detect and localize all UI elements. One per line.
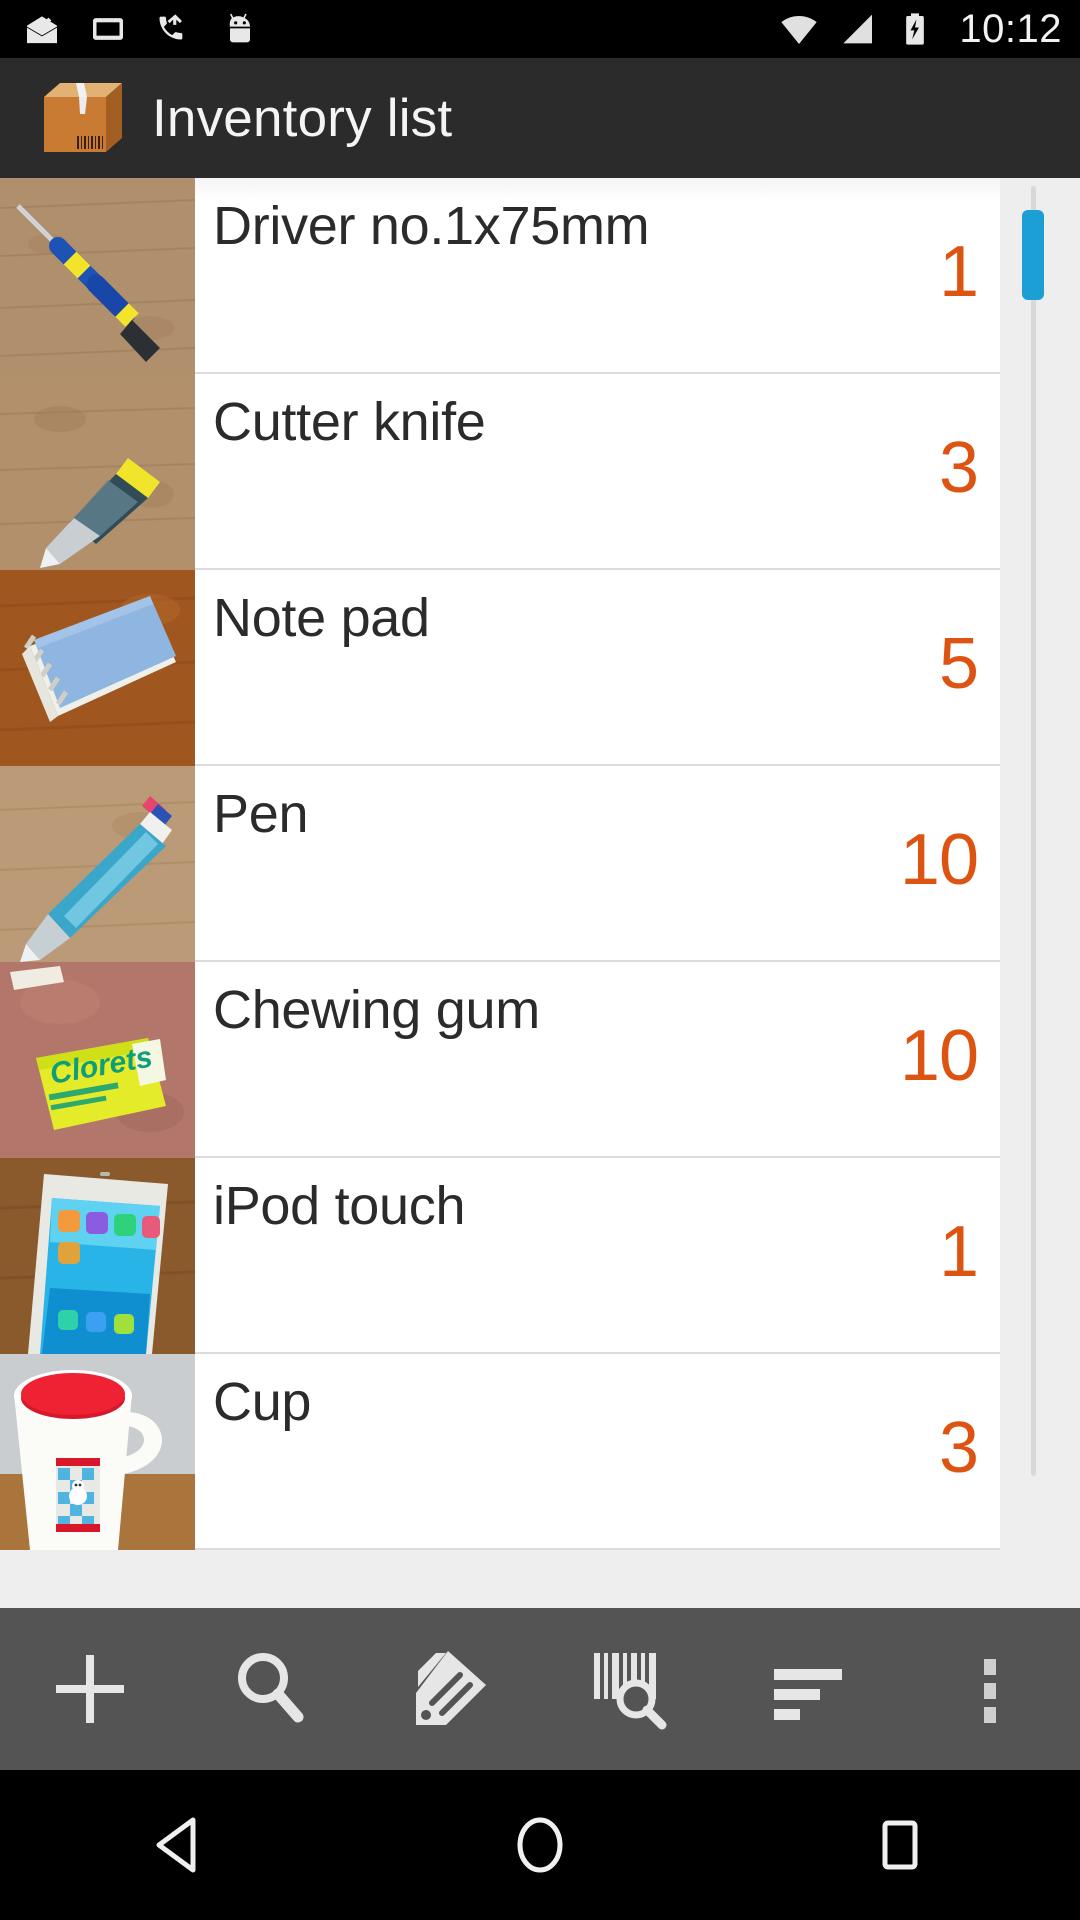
item-body: Pen 10 [195,766,1000,960]
cell-signal-icon [843,14,873,44]
item-thumbnail [0,766,195,962]
plus-icon [56,1655,124,1723]
barcode-search-icon [594,1653,667,1730]
scrollbar-thumb[interactable] [1022,210,1044,300]
android-head-icon [229,13,250,43]
inbox-check-icon [27,16,57,44]
ipod-touch-photo [0,1158,195,1354]
nav-back-button[interactable] [0,1806,360,1884]
item-name: Cup [213,1372,312,1432]
list-item[interactable]: Clorets Chewing gum 10 [0,962,1000,1158]
app-title: Inventory list [152,88,453,148]
item-quantity: 10 [899,820,979,900]
status-bar: 10:12 [0,0,1080,58]
list-item[interactable]: iPod touch 1 [0,1158,1000,1354]
item-name: iPod touch [213,1176,466,1236]
more-vertical-icon [984,1659,996,1723]
list-item[interactable]: Cup 3 [0,1354,1000,1550]
list-item[interactable]: Note pad 5 [0,570,1000,766]
bottom-toolbar [0,1608,1080,1770]
overflow-menu-button[interactable] [900,1608,1080,1770]
square-recents-icon [882,1820,918,1870]
scrollbar-track[interactable] [1031,186,1036,1476]
item-name: Pen [213,784,309,844]
item-thumbnail [0,1158,195,1354]
pen-photo [0,766,195,962]
screenshot-icon [93,18,123,40]
add-item-button[interactable] [0,1608,180,1770]
tag-pencil-icon [416,1651,486,1725]
item-body: iPod touch 1 [195,1158,1000,1352]
status-notification-icons [22,9,260,49]
cutter-knife-photo [0,374,195,570]
circle-home-icon [517,1817,563,1873]
item-quantity: 1 [938,1212,979,1292]
item-thumbnail [0,1354,195,1550]
item-body: Cup 3 [195,1354,1000,1548]
item-quantity: 5 [938,624,979,704]
battery-charging-icon [906,13,925,45]
wifi-icon [781,15,818,45]
phone-screen: 10:12 Inventory list Driver no.1x75mm 1 … [0,0,1080,1920]
item-thumbnail [0,570,195,766]
item-name: Note pad [213,588,430,648]
item-quantity: 3 [938,1408,979,1488]
magnifier-icon [238,1653,304,1723]
android-nav-bar [0,1770,1080,1920]
inventory-list[interactable]: Driver no.1x75mm 1 Cutter knife 3 Note p… [0,178,1080,1608]
item-body: Driver no.1x75mm 1 [195,178,1000,372]
search-button[interactable] [180,1608,360,1770]
app-bar: Inventory list [0,58,1080,178]
status-clock: 10:12 [959,7,1062,51]
barcode-scan-button[interactable] [540,1608,720,1770]
nav-recent-button[interactable] [720,1806,1080,1884]
list-item[interactable]: Cutter knife 3 [0,374,1000,570]
missed-call-icon [159,14,183,40]
screwdriver-photo [0,178,195,374]
cardboard-box-icon [44,83,122,152]
list-item[interactable]: Pen 10 [0,766,1000,962]
sort-button[interactable] [720,1608,900,1770]
chewing-gum-photo: Clorets [0,962,195,1158]
status-system-icons: 10:12 [779,9,1062,49]
edit-tag-button[interactable] [360,1608,540,1770]
item-body: Cutter knife 3 [195,374,1000,568]
item-name: Cutter knife [213,392,486,452]
nav-home-button[interactable] [360,1806,720,1884]
cup-photo [0,1354,195,1550]
item-body: Note pad 5 [195,570,1000,764]
note-pad-photo [0,570,195,766]
item-thumbnail [0,374,195,570]
list-item[interactable]: Driver no.1x75mm 1 [0,178,1000,374]
item-thumbnail [0,178,195,374]
item-quantity: 1 [938,232,979,312]
item-name: Driver no.1x75mm [213,196,650,256]
item-thumbnail: Clorets [0,962,195,1158]
item-body: Chewing gum 10 [195,962,1000,1156]
triangle-back-icon [156,1817,196,1873]
item-name: Chewing gum [213,980,540,1040]
sort-lines-icon [774,1669,842,1720]
item-quantity: 3 [938,428,979,508]
item-quantity: 10 [899,1016,979,1096]
